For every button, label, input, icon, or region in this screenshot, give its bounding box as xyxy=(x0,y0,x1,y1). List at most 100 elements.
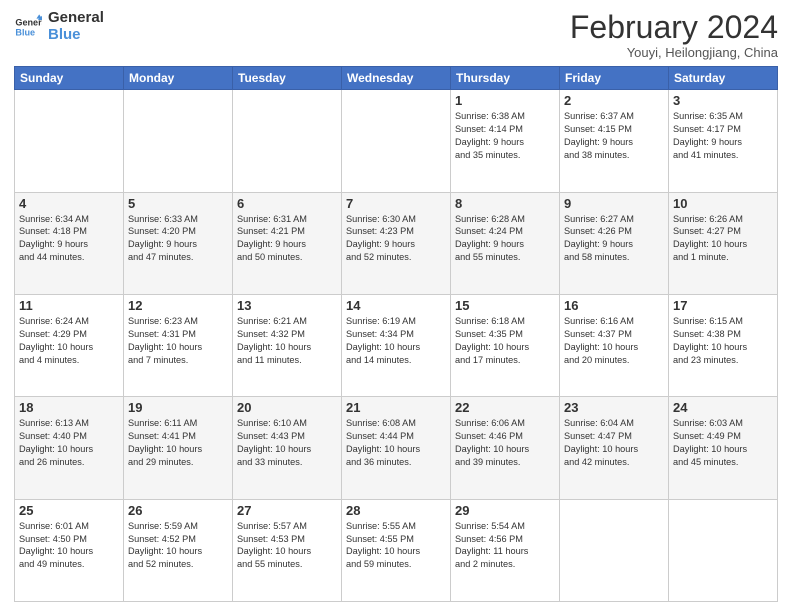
table-row: 21 Sunrise: 6:08 AM Sunset: 4:44 PM Dayli… xyxy=(342,397,451,499)
col-tuesday: Tuesday xyxy=(233,67,342,90)
table-row: 25 Sunrise: 6:01 AM Sunset: 4:50 PM Dayli… xyxy=(15,499,124,601)
day-info: Sunrise: 6:38 AM Sunset: 4:14 PM Dayligh… xyxy=(455,110,555,162)
table-row: 16 Sunrise: 6:16 AM Sunset: 4:37 PM Dayli… xyxy=(560,294,669,396)
day-info: Sunrise: 6:34 AM Sunset: 4:18 PM Dayligh… xyxy=(19,213,119,265)
day-number: 1 xyxy=(455,93,555,108)
day-number: 11 xyxy=(19,298,119,313)
day-info: Sunrise: 6:01 AM Sunset: 4:50 PM Dayligh… xyxy=(19,520,119,572)
table-row xyxy=(124,90,233,192)
calendar-header-row: Sunday Monday Tuesday Wednesday Thursday… xyxy=(15,67,778,90)
col-friday: Friday xyxy=(560,67,669,90)
day-info: Sunrise: 6:35 AM Sunset: 4:17 PM Dayligh… xyxy=(673,110,773,162)
day-number: 15 xyxy=(455,298,555,313)
col-monday: Monday xyxy=(124,67,233,90)
table-row: 15 Sunrise: 6:18 AM Sunset: 4:35 PM Dayli… xyxy=(451,294,560,396)
day-info: Sunrise: 6:28 AM Sunset: 4:24 PM Dayligh… xyxy=(455,213,555,265)
col-sunday: Sunday xyxy=(15,67,124,90)
logo-line1: General xyxy=(48,10,104,27)
table-row: 17 Sunrise: 6:15 AM Sunset: 4:38 PM Dayli… xyxy=(669,294,778,396)
table-row xyxy=(669,499,778,601)
table-row: 2 Sunrise: 6:37 AM Sunset: 4:15 PM Daylig… xyxy=(560,90,669,192)
table-row: 29 Sunrise: 5:54 AM Sunset: 4:56 PM Dayli… xyxy=(451,499,560,601)
table-row xyxy=(15,90,124,192)
table-row: 23Sunrise: 6:04 AM Sunset: 4:47 PM Dayli… xyxy=(560,397,669,499)
subtitle: Youyi, Heilongjiang, China xyxy=(570,45,778,60)
svg-text:General: General xyxy=(15,17,42,27)
day-info: Sunrise: 6:08 AM Sunset: 4:44 PM Dayligh… xyxy=(346,417,446,469)
table-row: 22 Sunrise: 6:06 AM Sunset: 4:46 PM Dayli… xyxy=(451,397,560,499)
day-info: Sunrise: 6:06 AM Sunset: 4:46 PM Dayligh… xyxy=(455,417,555,469)
table-row: 14 Sunrise: 6:19 AM Sunset: 4:34 PM Dayli… xyxy=(342,294,451,396)
table-row: 6Sunrise: 6:31 AM Sunset: 4:21 PM Daylig… xyxy=(233,192,342,294)
table-row xyxy=(233,90,342,192)
day-number: 27 xyxy=(237,503,337,518)
table-row: 9 Sunrise: 6:27 AM Sunset: 4:26 PM Daylig… xyxy=(560,192,669,294)
day-number: 14 xyxy=(346,298,446,313)
day-number: 21 xyxy=(346,400,446,415)
logo-icon: General Blue xyxy=(14,13,42,41)
table-row: 19Sunrise: 6:11 AM Sunset: 4:41 PM Dayli… xyxy=(124,397,233,499)
day-number: 16 xyxy=(564,298,664,313)
table-row: 10 Sunrise: 6:26 AM Sunset: 4:27 PM Dayli… xyxy=(669,192,778,294)
day-number: 9 xyxy=(564,196,664,211)
table-row: 24 Sunrise: 6:03 AM Sunset: 4:49 PM Dayli… xyxy=(669,397,778,499)
calendar-table: Sunday Monday Tuesday Wednesday Thursday… xyxy=(14,66,778,602)
day-info: Sunrise: 6:30 AM Sunset: 4:23 PM Dayligh… xyxy=(346,213,446,265)
calendar-week-row: 4 Sunrise: 6:34 AM Sunset: 4:18 PM Daylig… xyxy=(15,192,778,294)
day-info: Sunrise: 6:24 AM Sunset: 4:29 PM Dayligh… xyxy=(19,315,119,367)
day-info: Sunrise: 6:31 AM Sunset: 4:21 PM Dayligh… xyxy=(237,213,337,265)
day-number: 17 xyxy=(673,298,773,313)
day-number: 13 xyxy=(237,298,337,313)
calendar-week-row: 1 Sunrise: 6:38 AM Sunset: 4:14 PM Daylig… xyxy=(15,90,778,192)
table-row: 26 Sunrise: 5:59 AM Sunset: 4:52 PM Dayli… xyxy=(124,499,233,601)
main-title: February 2024 xyxy=(570,10,778,45)
day-number: 2 xyxy=(564,93,664,108)
day-info: Sunrise: 6:27 AM Sunset: 4:26 PM Dayligh… xyxy=(564,213,664,265)
table-row: 5 Sunrise: 6:33 AM Sunset: 4:20 PM Daylig… xyxy=(124,192,233,294)
day-info: Sunrise: 5:55 AM Sunset: 4:55 PM Dayligh… xyxy=(346,520,446,572)
table-row: 28Sunrise: 5:55 AM Sunset: 4:55 PM Dayli… xyxy=(342,499,451,601)
title-block: February 2024 Youyi, Heilongjiang, China xyxy=(570,10,778,60)
day-number: 7 xyxy=(346,196,446,211)
day-info: Sunrise: 5:59 AM Sunset: 4:52 PM Dayligh… xyxy=(128,520,228,572)
table-row: 7 Sunrise: 6:30 AM Sunset: 4:23 PM Daylig… xyxy=(342,192,451,294)
day-number: 26 xyxy=(128,503,228,518)
table-row xyxy=(560,499,669,601)
day-info: Sunrise: 6:04 AM Sunset: 4:47 PM Dayligh… xyxy=(564,417,664,469)
day-number: 22 xyxy=(455,400,555,415)
table-row xyxy=(342,90,451,192)
calendar-week-row: 25 Sunrise: 6:01 AM Sunset: 4:50 PM Dayli… xyxy=(15,499,778,601)
day-info: Sunrise: 6:23 AM Sunset: 4:31 PM Dayligh… xyxy=(128,315,228,367)
day-number: 12 xyxy=(128,298,228,313)
day-info: Sunrise: 6:16 AM Sunset: 4:37 PM Dayligh… xyxy=(564,315,664,367)
day-info: Sunrise: 6:19 AM Sunset: 4:34 PM Dayligh… xyxy=(346,315,446,367)
day-info: Sunrise: 5:54 AM Sunset: 4:56 PM Dayligh… xyxy=(455,520,555,572)
day-number: 25 xyxy=(19,503,119,518)
day-info: Sunrise: 6:21 AM Sunset: 4:32 PM Dayligh… xyxy=(237,315,337,367)
day-info: Sunrise: 6:15 AM Sunset: 4:38 PM Dayligh… xyxy=(673,315,773,367)
day-number: 4 xyxy=(19,196,119,211)
day-number: 3 xyxy=(673,93,773,108)
table-row: 11 Sunrise: 6:24 AM Sunset: 4:29 PM Dayli… xyxy=(15,294,124,396)
table-row: 13 Sunrise: 6:21 AM Sunset: 4:32 PM Dayli… xyxy=(233,294,342,396)
table-row: 4 Sunrise: 6:34 AM Sunset: 4:18 PM Daylig… xyxy=(15,192,124,294)
col-wednesday: Wednesday xyxy=(342,67,451,90)
day-info: Sunrise: 6:10 AM Sunset: 4:43 PM Dayligh… xyxy=(237,417,337,469)
day-number: 10 xyxy=(673,196,773,211)
table-row: 8 Sunrise: 6:28 AM Sunset: 4:24 PM Daylig… xyxy=(451,192,560,294)
table-row: 3 Sunrise: 6:35 AM Sunset: 4:17 PM Daylig… xyxy=(669,90,778,192)
day-number: 24 xyxy=(673,400,773,415)
day-number: 8 xyxy=(455,196,555,211)
day-info: Sunrise: 6:37 AM Sunset: 4:15 PM Dayligh… xyxy=(564,110,664,162)
logo-line2: Blue xyxy=(48,27,104,44)
table-row: 1 Sunrise: 6:38 AM Sunset: 4:14 PM Daylig… xyxy=(451,90,560,192)
day-number: 5 xyxy=(128,196,228,211)
day-number: 29 xyxy=(455,503,555,518)
page-header: General Blue General Blue February 2024 … xyxy=(14,10,778,60)
day-info: Sunrise: 6:18 AM Sunset: 4:35 PM Dayligh… xyxy=(455,315,555,367)
day-info: Sunrise: 6:33 AM Sunset: 4:20 PM Dayligh… xyxy=(128,213,228,265)
day-info: Sunrise: 6:03 AM Sunset: 4:49 PM Dayligh… xyxy=(673,417,773,469)
day-info: Sunrise: 5:57 AM Sunset: 4:53 PM Dayligh… xyxy=(237,520,337,572)
calendar-week-row: 18Sunrise: 6:13 AM Sunset: 4:40 PM Dayli… xyxy=(15,397,778,499)
day-info: Sunrise: 6:26 AM Sunset: 4:27 PM Dayligh… xyxy=(673,213,773,265)
